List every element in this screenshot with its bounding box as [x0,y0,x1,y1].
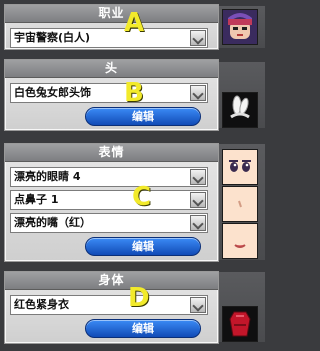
mouth-select[interactable]: 漂亮的嘴（红） [10,213,208,233]
eyes-select-value: 漂亮的眼睛 4 [14,170,81,183]
label-letter-b: B [124,78,144,108]
nose-face-icon[interactable] [222,186,258,222]
body-panel: 身体 红色紧身衣 编辑 [4,271,219,344]
chevron-down-icon[interactable] [190,30,206,46]
rabbit-ears-icon[interactable] [222,92,258,128]
chevron-down-icon[interactable] [190,192,206,208]
body-select[interactable]: 红色紧身衣 [10,295,208,315]
job-select[interactable]: 宇宙警察(白人) [10,28,208,48]
body-title: 身体 [5,272,218,290]
label-letter-d: D [128,283,150,313]
head-title: 头 [5,60,218,78]
eyes-face-icon[interactable] [222,149,258,185]
body-edit-button[interactable]: 编辑 [85,319,201,338]
mouth-face-icon[interactable] [222,223,258,259]
job-panel: 职业 宇宙警察(白人) [4,4,219,50]
head-select[interactable]: 白色兔女郎头饰 [10,83,208,103]
label-letter-a: A [124,8,145,38]
nose-select[interactable]: 点鼻子 1 [10,190,208,210]
chevron-down-icon[interactable] [190,297,206,313]
body-select-value: 红色紧身衣 [14,298,69,311]
head-edit-button[interactable]: 编辑 [85,107,201,126]
expression-edit-button[interactable]: 编辑 [85,237,201,256]
mouth-select-value: 漂亮的嘴（红） [14,216,91,229]
body-suit-icon[interactable] [222,306,258,342]
chevron-down-icon[interactable] [190,85,206,101]
eyes-select[interactable]: 漂亮的眼睛 4 [10,167,208,187]
expression-title: 表情 [5,144,218,162]
nose-select-value: 点鼻子 1 [14,193,59,206]
character-face-icon[interactable] [222,9,258,45]
expression-panel: 表情 漂亮的眼睛 4 点鼻子 1 漂亮的嘴（红） 编辑 [4,143,219,262]
job-select-value: 宇宙警察(白人) [14,31,91,44]
label-letter-c: C [132,182,152,212]
head-select-value: 白色兔女郎头饰 [14,86,91,99]
chevron-down-icon[interactable] [190,215,206,231]
head-panel: 头 白色兔女郎头饰 编辑 [4,59,219,131]
chevron-down-icon[interactable] [190,169,206,185]
job-title: 职业 [5,5,218,23]
